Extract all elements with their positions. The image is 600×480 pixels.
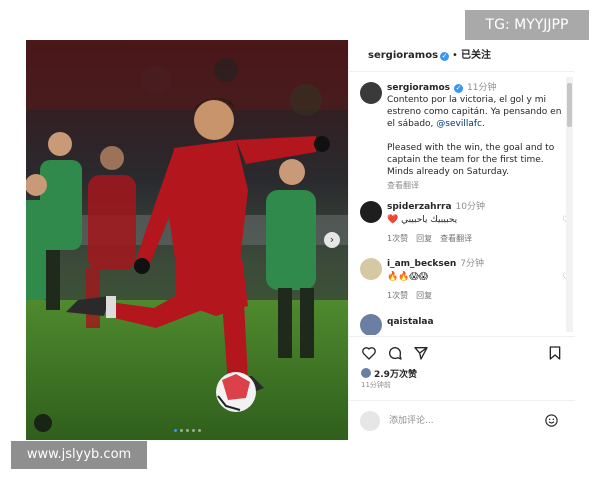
chevron-right-icon[interactable]: › — [324, 232, 340, 248]
comment-time: 10分钟 — [455, 202, 485, 212]
commenter-avatar[interactable] — [360, 258, 382, 280]
telegram-watermark: TG: MYYJJPP — [465, 10, 589, 40]
caption-username[interactable]: sergioramos — [387, 83, 450, 93]
carousel-dot[interactable] — [197, 429, 201, 432]
carousel-dot[interactable] — [173, 429, 177, 432]
see-translation-link[interactable]: 查看翻译 — [440, 234, 472, 243]
liker-avatar — [361, 368, 371, 378]
comment-composer — [349, 400, 575, 440]
screenshot-stage: TG: MYYJJPP › www.jslyyb.com sergioramos… — [0, 0, 600, 480]
comment-text: ❤️ يحبيبيك ياحبيبي — [387, 215, 458, 225]
site-watermark: www.jslyyb.com — [11, 441, 147, 469]
current-user-avatar — [360, 411, 380, 431]
like-heart-icon[interactable] — [361, 345, 377, 361]
post-caption: sergioramos ✓ 11分钟 Contento por la victori… — [387, 82, 563, 192]
comments-scrollbar[interactable] — [566, 77, 573, 332]
football-player-photo — [26, 40, 348, 440]
comment-username[interactable]: i_am_becksen — [387, 259, 456, 269]
comment-likes[interactable]: 1次赞 — [387, 234, 408, 243]
follow-status-button[interactable]: 已关注 — [461, 50, 491, 61]
header-separator: • — [452, 50, 458, 61]
caption-time: 11分钟 — [467, 83, 497, 93]
reply-button[interactable]: 回复 — [416, 291, 432, 300]
comment-username[interactable]: spiderzahrra — [387, 202, 452, 212]
comment-item: qaistalaa — [387, 316, 563, 328]
comment-item: spiderzahrra 10分钟 ❤️ يحبيبيك ياحبيبي 1次赞回… — [387, 201, 563, 244]
caption-english-text: Pleased with the win, the goal and to ca… — [387, 143, 555, 177]
save-bookmark-icon[interactable] — [547, 345, 563, 361]
caption-spanish-end: . — [481, 119, 485, 129]
post-photo[interactable]: › — [26, 40, 348, 440]
scrollbar-thumb[interactable] — [567, 83, 572, 127]
comments-list: sergioramos ✓ 11分钟 Contento por la victori… — [349, 73, 575, 335]
likes-count[interactable]: 2.9万次赞 — [361, 367, 417, 380]
post-actions: 2.9万次赞 11分钟前 — [349, 336, 575, 394]
commenter-avatar[interactable] — [360, 201, 382, 223]
add-comment-input[interactable] — [389, 413, 529, 429]
author-avatar[interactable] — [360, 82, 382, 104]
mention-link[interactable]: @sevillafc — [436, 119, 482, 129]
comment-item: i_am_becksen 7分钟 🔥🔥😱😱 1次赞 回复 — [387, 258, 563, 301]
comment-time: 7分钟 — [460, 259, 485, 269]
comment-bubble-icon[interactable] — [387, 345, 403, 361]
carousel-dot[interactable] — [179, 429, 183, 432]
carousel-dot[interactable] — [191, 429, 195, 432]
share-send-icon[interactable] — [413, 345, 429, 361]
carousel-dot[interactable] — [185, 429, 189, 432]
verified-badge-icon: ✓ — [440, 52, 450, 61]
verified-badge-icon: ✓ — [454, 84, 464, 93]
post-time-ago: 11分钟前 — [361, 381, 391, 389]
comment-username[interactable]: qaistalaa — [387, 317, 434, 327]
comment-text: 🔥🔥😱😱 — [387, 272, 429, 282]
carousel-dots — [26, 429, 348, 432]
comment-likes[interactable]: 1次赞 — [387, 291, 408, 300]
reply-button[interactable]: 回复 — [416, 234, 432, 243]
header-username[interactable]: sergioramos — [368, 50, 438, 61]
commenter-avatar[interactable] — [360, 314, 382, 335]
post-panel: sergioramos ✓ • 已关注 sergioramos ✓ 11分钟 Conten… — [348, 40, 575, 440]
see-translation-link[interactable]: 查看翻译 — [387, 180, 563, 192]
post-header: sergioramos ✓ • 已关注 — [349, 40, 574, 72]
emoji-smiley-icon[interactable] — [544, 413, 559, 428]
